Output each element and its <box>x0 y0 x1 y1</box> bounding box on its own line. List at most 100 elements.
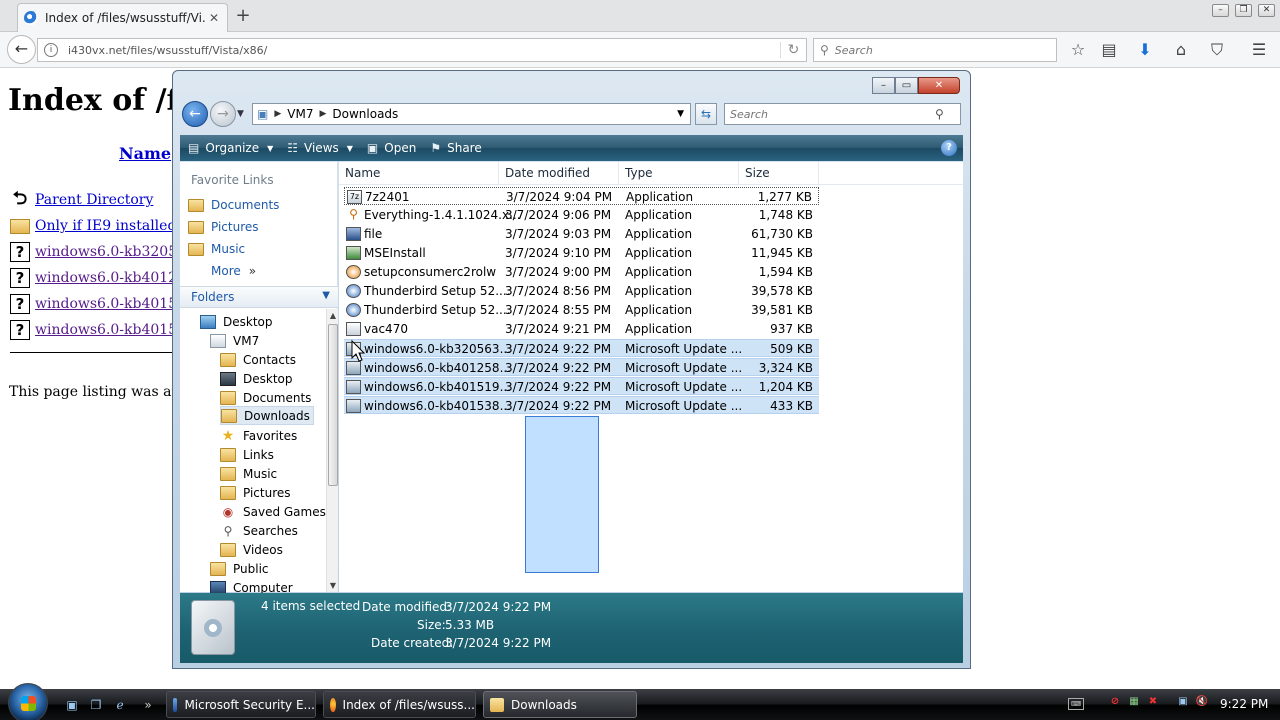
open-button[interactable]: ▣ Open <box>367 141 416 155</box>
taskbar-item-firefox[interactable]: Index of /files/wsuss... <box>323 691 476 718</box>
clock[interactable]: 9:22 PM <box>1220 697 1268 711</box>
file-link[interactable]: windows6.0-kb40153 <box>35 322 186 338</box>
tree-item-searches[interactable]: ⚲ Searches <box>220 521 298 540</box>
tree-item-desktop[interactable]: Desktop <box>200 312 273 331</box>
explorer-search-input[interactable] <box>730 107 935 121</box>
new-tab-button[interactable]: + <box>234 5 252 26</box>
breadcrumb-downloads[interactable]: Downloads <box>332 107 398 121</box>
tree-item-contacts[interactable]: Contacts <box>220 350 296 369</box>
tree-item-links[interactable]: Links <box>220 445 274 464</box>
file-row[interactable]: windows6.0-kb401258... 3/7/2024 9:22 PM … <box>344 358 819 376</box>
file-row[interactable]: vac470 3/7/2024 9:21 PM Application 937 … <box>344 320 819 338</box>
column-header-type[interactable]: Type <box>619 162 739 184</box>
back-button[interactable]: ← <box>182 101 208 127</box>
favorite-link-documents[interactable]: Documents <box>188 195 279 215</box>
bookmark-star-icon[interactable]: ☆ <box>1068 40 1088 60</box>
downloads-folder-icon <box>221 408 237 423</box>
tree-item-favorites[interactable]: ★ Favorites <box>220 426 298 445</box>
chevron-down-icon[interactable]: ▼ <box>677 109 684 119</box>
internet-explorer-icon[interactable]: ℯ <box>112 697 128 713</box>
chevron-right-icon[interactable]: ▶ <box>274 109 281 119</box>
tree-item-documents[interactable]: Documents <box>220 388 311 407</box>
network-icon[interactable]: ▦ <box>1127 695 1141 709</box>
start-button[interactable] <box>8 683 48 720</box>
hamburger-menu-icon[interactable]: ☰ <box>1249 40 1269 60</box>
tree-item-music[interactable]: Music <box>220 464 277 483</box>
file-row[interactable]: file 3/7/2024 9:03 PM Application 61,730… <box>344 225 819 243</box>
close-button[interactable]: ✕ <box>918 77 960 94</box>
scroll-up-icon[interactable]: ▲ <box>328 311 338 320</box>
file-link[interactable]: windows6.0-kb40151 <box>35 296 186 312</box>
keyboard-icon[interactable]: ⌨ <box>1068 698 1084 710</box>
file-row[interactable]: windows6.0-kb320563... 3/7/2024 9:22 PM … <box>344 339 819 357</box>
organize-button[interactable]: ▤ Organize ▼ <box>188 141 273 155</box>
tree-item-vm7[interactable]: VM7 <box>210 331 259 350</box>
taskbar-item-downloads[interactable]: Downloads <box>483 691 637 718</box>
file-row[interactable]: Thunderbird Setup 52.... 3/7/2024 8:56 P… <box>344 282 819 300</box>
chevron-right-icon[interactable]: ▶ <box>319 109 326 119</box>
file-row[interactable]: ⚲ Everything-1.4.1.1024.x... 3/7/2024 9:… <box>344 206 819 224</box>
help-icon[interactable]: ? <box>941 140 957 156</box>
url-bar[interactable]: i i430vx.net/files/wsusstuff/Vista/x86/ … <box>37 38 807 62</box>
file-link[interactable]: windows6.0-kb32056 <box>35 244 186 260</box>
file-row[interactable]: setupconsumerc2rolw 3/7/2024 9:00 PM App… <box>344 263 819 281</box>
tree-item-pictures[interactable]: Pictures <box>220 483 291 502</box>
tree-item-desktop-sub[interactable]: Desktop <box>220 369 293 388</box>
security-alert-icon[interactable]: ⊘ <box>1108 695 1122 709</box>
tree-item-videos[interactable]: Videos <box>220 540 283 559</box>
share-button[interactable]: ⚑ Share <box>430 141 481 155</box>
file-row[interactable]: Thunderbird Setup 52.... 3/7/2024 8:55 P… <box>344 301 819 319</box>
favorite-link-music[interactable]: Music <box>188 239 245 259</box>
double-chevron-right-icon[interactable]: » <box>140 697 156 713</box>
favorite-links-more[interactable]: More » <box>211 261 256 281</box>
scroll-down-icon[interactable]: ▼ <box>328 581 338 590</box>
column-header-name[interactable]: Name <box>339 162 499 184</box>
address-bar[interactable]: ▣ ▶ VM7 ▶ Downloads ▼ <box>252 103 691 125</box>
home-icon[interactable]: ⌂ <box>1171 40 1191 60</box>
browser-minimize-button[interactable]: – <box>1212 4 1229 17</box>
file-row[interactable]: MSEInstall 3/7/2024 9:10 PM Application … <box>344 244 819 262</box>
reading-list-icon[interactable]: ▤ <box>1099 40 1119 60</box>
browser-tab[interactable]: Index of /files/wsusstuff/Vi... ✕ <box>17 3 228 32</box>
column-header-size[interactable]: Size <box>739 162 819 184</box>
folder-link[interactable]: Only if IE9 installed/ <box>35 218 181 234</box>
browser-close-button[interactable]: ✕ <box>1258 4 1275 17</box>
tree-item-public[interactable]: Public <box>210 559 269 578</box>
parent-directory-link[interactable]: Parent Directory <box>35 192 153 208</box>
name-column-link[interactable]: Name <box>119 144 171 163</box>
forward-button[interactable]: → <box>210 101 236 127</box>
browser-maximize-button[interactable]: ❐ <box>1235 4 1252 17</box>
tree-item-downloads[interactable]: Downloads <box>220 406 314 425</box>
tree-item-saved-games[interactable]: ◉ Saved Games <box>220 502 326 521</box>
show-desktop-icon[interactable]: ▣ <box>64 697 80 713</box>
minimize-button[interactable]: – <box>872 77 895 94</box>
maximize-button[interactable]: ▭ <box>895 77 918 94</box>
explorer-search-box[interactable]: ⚲ <box>724 103 961 125</box>
recent-pages-dropdown-icon[interactable]: ▼ <box>237 109 244 119</box>
downloads-icon[interactable]: ⬇ <box>1135 40 1155 60</box>
scrollbar-thumb[interactable] <box>328 324 338 486</box>
connection-icon[interactable]: ▣ <box>1176 695 1190 709</box>
volume-muted-icon[interactable]: 🔇 <box>1195 695 1209 709</box>
file-link[interactable]: windows6.0-kb40125 <box>35 270 186 286</box>
browser-back-button[interactable]: ← <box>7 35 36 64</box>
site-info-icon[interactable]: i <box>44 43 58 57</box>
file-row[interactable]: windows6.0-kb401538... 3/7/2024 9:22 PM … <box>344 396 819 414</box>
refresh-button[interactable]: ⇆ <box>695 103 717 125</box>
folders-header[interactable]: Folders ▼ <box>180 286 338 308</box>
tree-scrollbar[interactable]: ▲ ▼ <box>326 309 338 592</box>
switch-windows-icon[interactable]: ❐ <box>88 697 104 713</box>
file-row[interactable]: 7z 7z2401 3/7/2024 9:04 PM Application 1… <box>344 187 819 205</box>
views-button[interactable]: ☷ Views ▼ <box>287 141 353 155</box>
tab-close-icon[interactable]: ✕ <box>207 11 221 25</box>
browser-search-box[interactable]: ⚲ <box>813 38 1057 62</box>
browser-search-input[interactable] <box>834 43 1035 57</box>
taskbar-item-security-essentials[interactable]: Microsoft Security E... <box>166 691 316 718</box>
favorite-link-pictures[interactable]: Pictures <box>188 217 259 237</box>
breadcrumb-vm7[interactable]: VM7 <box>287 107 313 121</box>
reload-icon[interactable]: ↻ <box>780 42 806 58</box>
security-center-icon[interactable]: ✖ <box>1146 695 1160 709</box>
column-header-date-modified[interactable]: Date modified <box>499 162 619 184</box>
pocket-icon[interactable]: ⛉ <box>1207 40 1227 60</box>
file-row[interactable]: windows6.0-kb401519... 3/7/2024 9:22 PM … <box>344 377 819 395</box>
